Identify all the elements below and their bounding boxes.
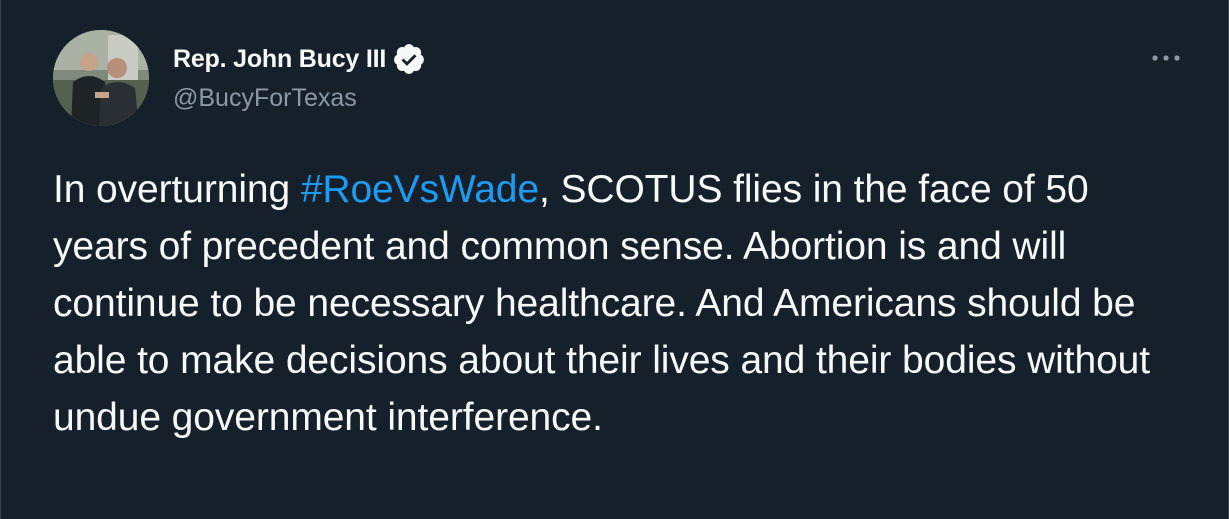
verified-badge-icon (392, 42, 426, 76)
author-name-row: Rep. John Bucy III (173, 42, 426, 76)
profile-photo (53, 30, 149, 126)
author-display-name[interactable]: Rep. John Bucy III (173, 45, 386, 74)
more-options-icon[interactable] (1149, 46, 1183, 70)
hashtag-link[interactable]: #RoeVsWade (301, 168, 539, 211)
tweet-card: Rep. John Bucy III @BucyForTexas In over… (0, 0, 1229, 519)
tweet-text: In overturning #RoeVsWade, SCOTUS flies … (53, 161, 1193, 446)
avatar[interactable] (53, 30, 149, 126)
author-handle[interactable]: @BucyForTexas (173, 84, 357, 113)
tweet-text-before: In overturning (53, 168, 301, 211)
